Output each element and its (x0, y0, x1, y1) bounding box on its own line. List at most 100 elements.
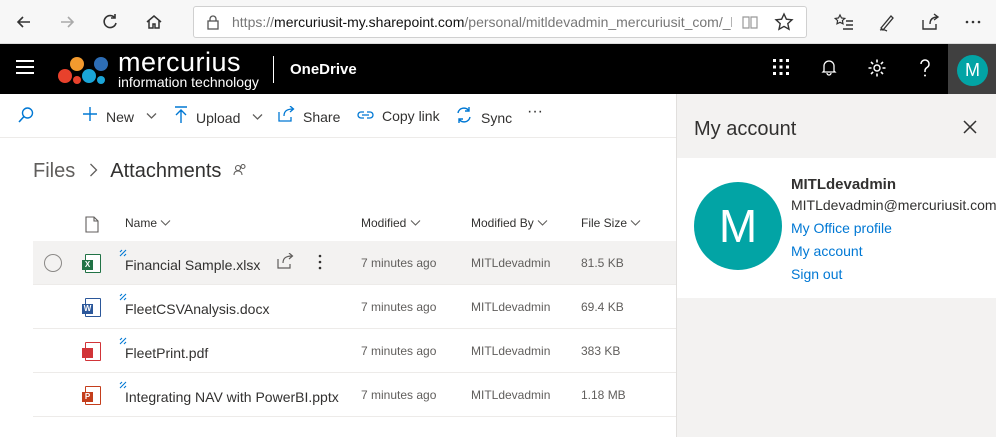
file-modified-by[interactable]: MITLdevadmin (471, 285, 550, 329)
plus-icon (82, 106, 98, 127)
link-icon (357, 106, 374, 126)
table-row[interactable]: FleetPrint.pdf 7 minutes ago MITLdevadmi… (33, 329, 676, 373)
file-modified: 7 minutes ago (361, 344, 437, 358)
upload-label: Upload (196, 109, 241, 126)
settings-gear-icon[interactable] (866, 58, 888, 80)
copy-link-label: Copy link (382, 108, 440, 124)
avatar[interactable]: M (957, 55, 988, 86)
sort-chevron-icon (160, 220, 171, 226)
forward-icon[interactable] (57, 12, 77, 32)
column-modified-by-label: Modified By (471, 216, 534, 230)
account-card: M MITLdevadmin MITLdevadmin@mercuriusit.… (677, 158, 996, 298)
account-panel-title: My account (694, 118, 797, 140)
new-button[interactable]: New (82, 106, 157, 127)
file-size: 1.18 MB (581, 388, 626, 402)
table-row[interactable]: P Integrating NAV with PowerBI.pptx 7 mi… (33, 373, 676, 417)
lock-icon (206, 14, 220, 35)
column-file-size-label: File Size (581, 216, 628, 230)
url-prefix: https:// (232, 14, 275, 30)
sort-chevron-icon (537, 220, 548, 226)
column-modified-label: Modified (361, 216, 407, 230)
url-text: https://mercuriusit-my.sharepoint.com/pe… (232, 14, 732, 30)
share-button[interactable]: Share (278, 105, 341, 127)
shared-people-icon[interactable] (233, 163, 247, 180)
file-name[interactable]: Integrating NAV with PowerBI.pptx (125, 375, 339, 419)
breadcrumb: Files Attachments (33, 160, 247, 183)
account-panel: My account M MITLdevadmin MITLdevadmin@m… (676, 94, 996, 437)
avatar: M (694, 182, 782, 270)
column-header-file-size[interactable]: File Size (581, 205, 641, 241)
file-modified: 7 minutes ago (361, 300, 437, 314)
file-modified-by[interactable]: MITLdevadmin (471, 241, 550, 285)
reading-view-icon[interactable] (742, 14, 758, 35)
notifications-bell-icon[interactable] (818, 58, 840, 80)
command-bar: New Upload Share Copy link Sync ··· (0, 94, 676, 138)
excel-file-icon: X (82, 254, 101, 273)
share-browser-icon[interactable] (920, 12, 940, 32)
browser-toolbar: https://mercuriusit-my.sharepoint.com/pe… (0, 0, 996, 44)
more-commands-icon[interactable]: ··· (527, 103, 543, 121)
chevron-down-icon (146, 111, 157, 123)
search-icon[interactable] (17, 106, 35, 124)
pdf-file-icon (82, 342, 101, 361)
app-title[interactable]: OneDrive (290, 61, 357, 78)
sort-chevron-icon (410, 220, 421, 226)
file-size: 81.5 KB (581, 256, 624, 270)
file-size: 69.4 KB (581, 300, 624, 314)
word-file-icon: W (82, 298, 101, 317)
copy-link-button[interactable]: Copy link (357, 106, 440, 126)
file-modified: 7 minutes ago (361, 256, 437, 270)
address-bar[interactable]: https://mercuriusit-my.sharepoint.com/pe… (193, 6, 807, 38)
hamburger-menu-icon[interactable] (16, 60, 34, 76)
file-modified: 7 minutes ago (361, 388, 437, 402)
breadcrumb-current[interactable]: Attachments (110, 160, 221, 182)
table-row[interactable]: X Financial Sample.xlsx 7 minutes ago MI… (33, 241, 676, 285)
my-office-profile-link[interactable]: My Office profile (791, 220, 892, 236)
table-row[interactable]: W FleetCSVAnalysis.docx 7 minutes ago MI… (33, 285, 676, 329)
help-question-icon[interactable] (914, 58, 936, 80)
upload-button[interactable]: Upload (174, 106, 263, 129)
new-label: New (106, 108, 135, 125)
file-modified-by[interactable]: MITLdevadmin (471, 373, 550, 417)
powerpoint-file-icon: P (82, 386, 101, 405)
mercurius-logo-icon (56, 52, 114, 91)
more-browser-icon[interactable] (963, 12, 983, 32)
sort-chevron-icon (630, 220, 641, 226)
file-size: 383 KB (581, 344, 621, 358)
column-header-name[interactable]: Name (125, 205, 171, 241)
sign-out-link[interactable]: Sign out (791, 266, 842, 282)
sync-button[interactable]: Sync (455, 106, 512, 129)
app-launcher-icon[interactable] (770, 58, 792, 80)
share-icon (278, 105, 295, 127)
file-name[interactable]: FleetCSVAnalysis.docx (125, 287, 269, 331)
column-header-modified-by[interactable]: Modified By (471, 205, 548, 241)
column-header-modified[interactable]: Modified (361, 205, 421, 241)
share-label: Share (303, 108, 341, 125)
favorites-list-icon[interactable] (833, 12, 854, 32)
refresh-icon[interactable] (100, 12, 120, 32)
file-name[interactable]: FleetPrint.pdf (125, 331, 208, 375)
file-modified-by[interactable]: MITLdevadmin (471, 329, 550, 373)
account-user-name: MITLdevadmin (791, 176, 897, 193)
account-user-email: MITLdevadmin@mercuriusit.com (791, 197, 996, 213)
chevron-down-icon (252, 112, 263, 124)
breadcrumb-files[interactable]: Files (33, 160, 75, 182)
home-icon[interactable] (144, 12, 164, 32)
brand-tagline: information technology (118, 74, 259, 90)
back-icon[interactable] (14, 12, 34, 32)
pen-icon[interactable] (877, 12, 897, 32)
row-select-checkbox[interactable] (44, 254, 62, 272)
account-panel-header: My account (677, 94, 996, 158)
sync-icon (455, 106, 473, 129)
favorite-star-icon[interactable] (774, 12, 794, 32)
column-name-label: Name (125, 216, 158, 230)
row-share-icon[interactable] (277, 252, 294, 272)
my-account-link[interactable]: My account (791, 243, 863, 259)
url-host: mercuriusit-my.sharepoint.com (274, 14, 465, 30)
close-icon[interactable] (963, 114, 977, 140)
suite-header: mercurius information technology OneDriv… (0, 44, 996, 94)
upload-arrow-icon (174, 106, 188, 129)
file-name[interactable]: Financial Sample.xlsx (125, 243, 260, 287)
brand-divider (273, 56, 274, 83)
row-more-actions-icon[interactable] (318, 253, 322, 274)
